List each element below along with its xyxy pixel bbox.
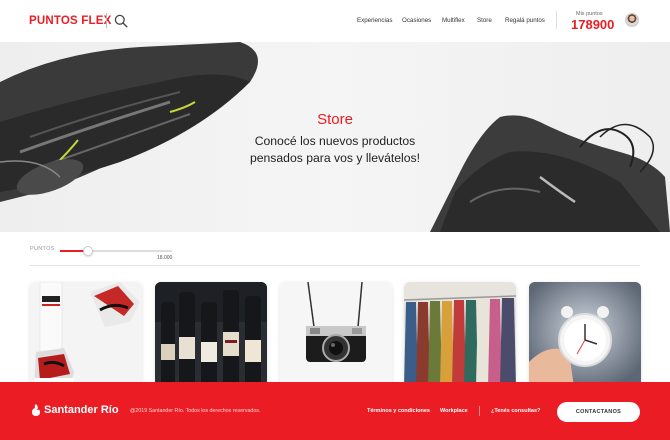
logo-divider [106,13,107,28]
product-card-clock[interactable] [529,282,641,387]
footer-copyright: @2019 Santander Río. Todos los derechos … [130,408,261,414]
clock-image [529,282,641,387]
footer-brand[interactable]: Santander Río [44,404,119,416]
nav-experiencias[interactable]: Experiencias [357,17,392,24]
nav-regala-puntos[interactable]: Regalá puntos [505,17,545,24]
points-value: 178900 [571,17,615,32]
avatar[interactable] [625,13,639,27]
footer-link-terminos[interactable]: Términos y condiciones [367,408,430,414]
hero-banner: Store Conocé los nuevos productos pensad… [0,42,670,232]
nav-multiflex[interactable]: Multiflex [442,17,465,24]
site-footer: Santander Río @2019 Santander Río. Todos… [0,382,670,440]
wine-image [155,282,267,387]
sneakers-image [30,282,142,387]
contact-button[interactable]: CONTACTANOS [557,402,640,422]
search-icon[interactable] [114,14,128,28]
slider-thumb[interactable] [83,246,93,256]
brand-logo[interactable]: PUNTOS FLEX [29,15,112,27]
nav-ocasiones[interactable]: Ocasiones [402,17,431,24]
footer-divider [479,406,480,416]
product-card-camera[interactable] [280,282,392,387]
camera-image [280,282,392,387]
nav-store[interactable]: Store [477,17,492,24]
clothing-image [404,282,516,387]
footer-link-workplace[interactable]: Workplace [440,408,468,414]
points-filter: PUNTOS 18.000 [30,242,640,266]
nav-divider [556,11,557,29]
product-card-sneakers[interactable] [30,282,142,387]
top-header: PUNTOS FLEX Experiencias Ocasiones Multi… [0,0,670,42]
points-slider[interactable] [60,246,172,256]
right-sneaker-illustration [430,115,670,232]
footer-link-consultas[interactable]: ¿Tenés consultas? [491,408,540,414]
hero-subtitle: Conocé los nuevos productos pensados par… [249,134,421,165]
product-card-clothing[interactable] [404,282,516,387]
filter-label: PUNTOS [30,246,55,252]
hero-title: Store [317,111,353,128]
santander-flame-icon [32,404,40,416]
slider-max-value: 18.000 [157,255,173,261]
product-card-wine[interactable] [155,282,267,387]
